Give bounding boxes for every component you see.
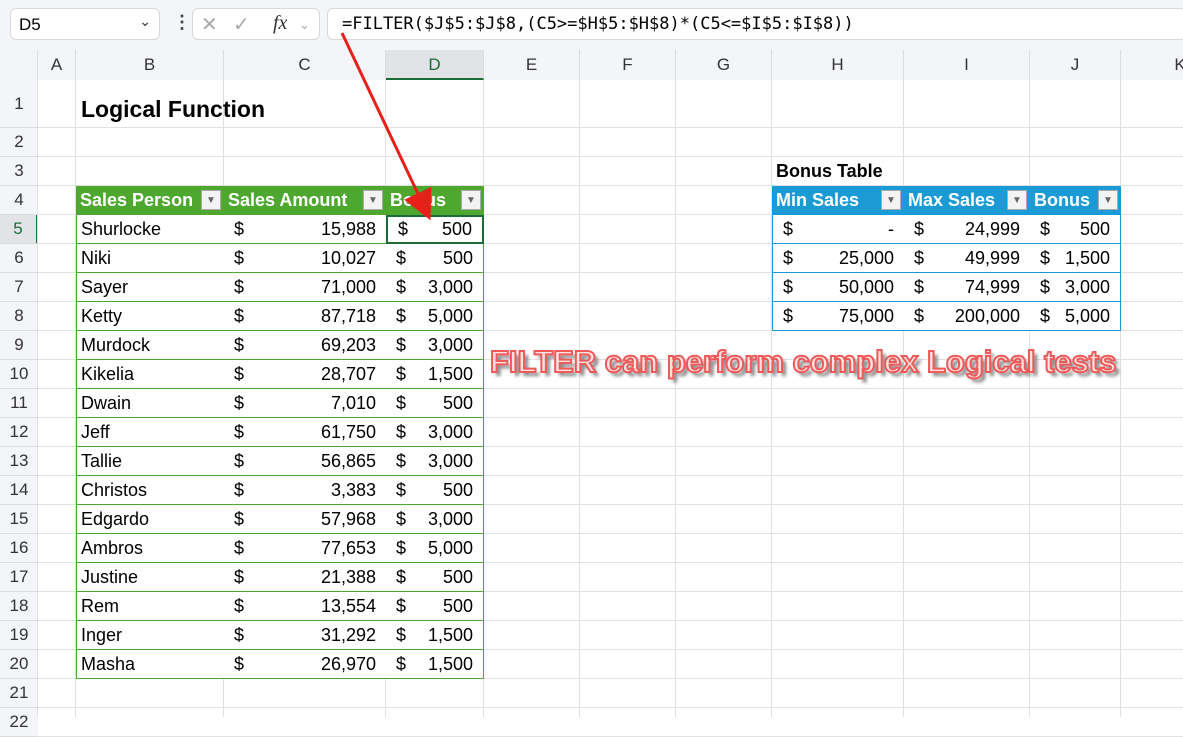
arrow-annotation [340,32,432,221]
arrow-line [340,32,432,221]
